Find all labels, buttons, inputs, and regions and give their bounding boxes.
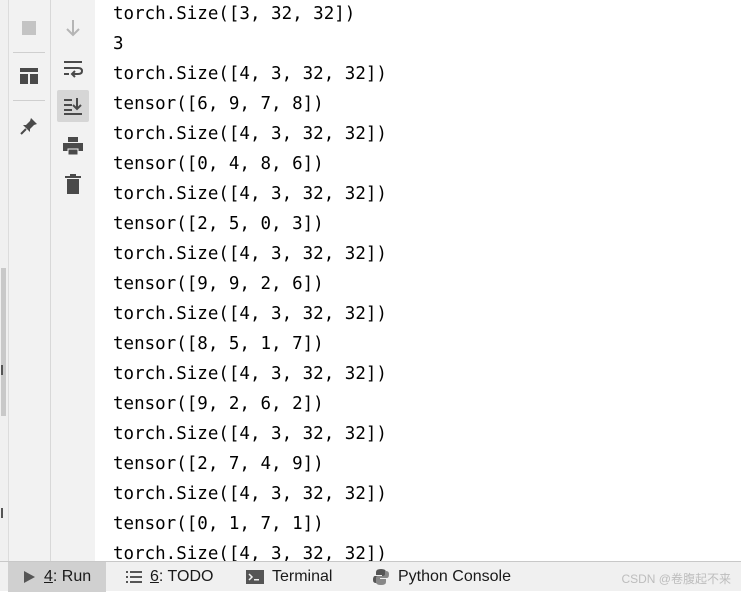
- console-output[interactable]: torch.Size([3, 32, 32]) 3 torch.Size([4,…: [96, 0, 741, 561]
- tab-run[interactable]: 4: Run: [8, 562, 106, 592]
- console-line: tensor([2, 5, 0, 3]): [113, 214, 324, 234]
- console-line: torch.Size([4, 3, 32, 32]): [113, 484, 387, 504]
- tab-python-console-label: Python Console: [398, 568, 511, 585]
- pin-button[interactable]: [13, 110, 45, 142]
- tab-todo-number: 6: [150, 568, 159, 585]
- tab-terminal[interactable]: Terminal: [246, 562, 332, 592]
- console-line: tensor([9, 9, 2, 6]): [113, 274, 324, 294]
- python-icon: [372, 568, 390, 586]
- tab-run-label: : Run: [52, 568, 92, 585]
- console-line: tensor([9, 2, 6, 2]): [113, 394, 324, 414]
- console-line: torch.Size([4, 3, 32, 32]): [113, 244, 387, 264]
- console-line: torch.Size([3, 32, 32]): [113, 4, 356, 24]
- console-line: torch.Size([4, 3, 32, 32]): [113, 184, 387, 204]
- tab-terminal-label: Terminal: [272, 568, 333, 585]
- down-arrow-button[interactable]: [57, 12, 89, 44]
- console-line: tensor([2, 7, 4, 9]): [113, 454, 324, 474]
- toolbar-divider: [13, 100, 45, 101]
- scroll-to-end-icon: [64, 98, 82, 115]
- left-edge-strip: [0, 0, 9, 561]
- list-icon: [126, 570, 142, 584]
- tool-window-bar: 4: Run 6: TODO Terminal Python Console C…: [0, 561, 741, 592]
- soft-wrap-button[interactable]: [57, 52, 89, 84]
- tab-todo-label: : TODO: [158, 568, 214, 585]
- scroll-to-end-button[interactable]: [57, 90, 89, 122]
- terminal-icon: [246, 570, 264, 584]
- tab-run-number: 4: [44, 568, 53, 585]
- soft-wrap-icon: [64, 61, 84, 78]
- stop-icon: [22, 21, 36, 35]
- console-line: tensor([8, 5, 1, 7]): [113, 334, 324, 354]
- console-line: torch.Size([4, 3, 32, 32]): [113, 424, 387, 444]
- console-line: 3: [113, 34, 124, 54]
- trash-icon: [65, 174, 81, 194]
- tab-python-console[interactable]: Python Console: [372, 562, 511, 592]
- clear-all-button[interactable]: [57, 168, 89, 200]
- layout-icon: [20, 68, 38, 84]
- console-line: torch.Size([4, 3, 32, 32]): [113, 124, 387, 144]
- console-line: tensor([0, 4, 8, 6]): [113, 154, 324, 174]
- console-line: tensor([6, 9, 7, 8]): [113, 94, 324, 114]
- left-scrollbar[interactable]: [1, 268, 6, 416]
- stop-button[interactable]: [13, 12, 45, 44]
- pin-icon: [20, 118, 37, 135]
- print-button[interactable]: [57, 130, 89, 162]
- run-toolbar-left: [9, 0, 51, 561]
- run-triangle-icon: [22, 570, 36, 584]
- console-line: torch.Size([4, 3, 32, 32]): [113, 544, 387, 561]
- edge-marker: [1, 508, 3, 518]
- tab-todo[interactable]: 6: TODO: [126, 562, 213, 592]
- print-icon: [63, 137, 83, 156]
- layout-button[interactable]: [13, 60, 45, 92]
- console-line: tensor([0, 1, 7, 1]): [113, 514, 324, 534]
- edge-marker: [1, 365, 3, 375]
- toolbar-divider: [13, 52, 45, 53]
- console-line: torch.Size([4, 3, 32, 32]): [113, 364, 387, 384]
- run-toolbar-right: [51, 0, 95, 561]
- watermark: CSDN @卷腹起不来: [621, 572, 731, 586]
- console-line: torch.Size([4, 3, 32, 32]): [113, 64, 387, 84]
- console-line: torch.Size([4, 3, 32, 32]): [113, 304, 387, 324]
- scroll-down-arrow-icon: [66, 20, 80, 37]
